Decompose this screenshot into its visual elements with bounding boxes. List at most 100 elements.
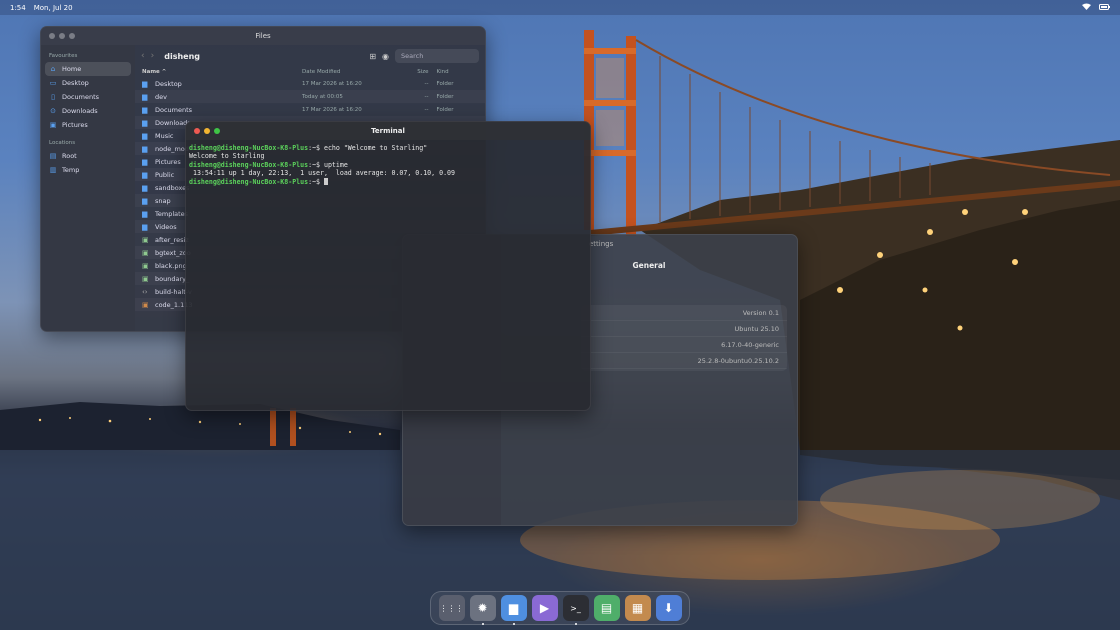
sidebar-item-home[interactable]: ⌂ Home [45, 62, 131, 76]
new-folder-icon[interactable]: ⊞ [369, 52, 376, 61]
sidebar-item-label: Pictures [62, 121, 88, 129]
files-app-icon[interactable]: ▆ [500, 595, 527, 625]
sidebar-item-label: Temp [62, 166, 80, 174]
col-date[interactable]: Date Modified [302, 69, 393, 75]
folder-icon: ▆ [142, 105, 148, 114]
media-player-icon[interactable]: ▶ [531, 595, 558, 621]
terminal-window[interactable]: Terminal disheng@disheng-NucBox-K8-Plus:… [185, 121, 591, 411]
col-size[interactable]: Size [393, 69, 428, 75]
folder-icon: ▆ [142, 92, 148, 101]
files-sidebar: Favourites ⌂ Home ▭ Desktop ▯ Documents ⊙ Downl… [41, 45, 135, 331]
terminal-prompt-suffix: :~$ [308, 177, 324, 186]
file-name-cell: ▆ dev [142, 93, 302, 101]
close-button[interactable] [49, 33, 55, 39]
settings-title: ettings [589, 240, 614, 248]
file-name: Desktop [155, 79, 182, 88]
document-icon: ▯ [51, 93, 55, 101]
file-icon: ▣ [142, 300, 149, 309]
favourites-heading: Favourites [49, 53, 78, 59]
file-name: snap [155, 196, 171, 205]
sidebar-item-root[interactable]: ▤ Root [45, 149, 131, 163]
file-name: Documents [155, 105, 193, 114]
software-center-icon[interactable]: ⬇ [655, 595, 682, 621]
table-row[interactable]: ▆ Documents 17 Mar 2026 at 16:20 -- Folder [135, 103, 485, 116]
terminal-text: Welcome to Starling [189, 152, 265, 161]
file-icon: ▣ [142, 261, 149, 270]
terminal-app-icon[interactable]: >_ [562, 595, 589, 625]
about-row-value: Ubuntu 25.10 [581, 321, 787, 337]
picture-icon: ▣ [49, 121, 57, 129]
wifi-icon[interactable] [1082, 3, 1091, 12]
terminal-line: disheng@disheng-NucBox-K8-Plus:~$ uptime [189, 161, 587, 169]
sidebar-item-label: Documents [62, 93, 100, 101]
sidebar-item-label: Desktop [62, 79, 89, 87]
settings-app-icon[interactable]: ✹ [469, 595, 496, 625]
file-icon: ▣ [142, 235, 149, 244]
path-label: disheng [164, 51, 200, 61]
files-toolbar: ‹ › disheng ⊞ ◉ Search [135, 45, 485, 67]
file-kind: Folder [436, 80, 454, 87]
maximize-button[interactable] [69, 33, 75, 39]
minimize-button[interactable] [59, 33, 65, 39]
search-input[interactable]: Search [395, 49, 479, 63]
terminal-line: disheng@disheng-NucBox-K8-Plus:~$ [189, 177, 587, 186]
sidebar-item-label: Root [62, 152, 77, 160]
folder-icon: ▆ [142, 222, 148, 231]
text-editor-icon[interactable]: ▤ [593, 595, 620, 621]
running-indicator [481, 623, 484, 625]
top-bar: 1:54 Mon, Jul 20 [0, 0, 1120, 15]
maximize-button[interactable] [214, 128, 220, 134]
close-button[interactable] [194, 128, 200, 134]
col-name[interactable]: Name ^ [142, 69, 302, 75]
file-icon: ▣ [142, 248, 149, 257]
desktop-icon: ▭ [49, 79, 57, 87]
sidebar-item-downloads[interactable]: ⊙ Downloads [45, 104, 131, 118]
terminal-title: Terminal [371, 127, 405, 135]
file-date: Today at 00:05 [302, 93, 343, 100]
folder-icon: ▆ [142, 144, 148, 153]
terminal-text: echo "Welcome to Starling" [323, 144, 428, 152]
about-row-value: 6.17.0-40-generic [581, 337, 787, 353]
table-row[interactable]: ▆ dev Today at 00:05 -- Folder [135, 90, 485, 103]
file-date: 17 Mar 2026 at 16:20 [302, 106, 362, 113]
clock[interactable]: 1:54 [10, 4, 26, 12]
terminal-prompt: disheng@disheng-NucBox-K8-Plus [189, 144, 309, 152]
date[interactable]: Mon, Jul 20 [34, 4, 73, 12]
file-name: node_mod [155, 144, 189, 153]
folder-icon: ▆ [142, 183, 148, 192]
terminal-text: 13:54:11 up 1 day, 22:13, 1 user, load a… [189, 169, 455, 178]
app-grid-icon[interactable]: ⋮⋮⋮ [438, 595, 465, 621]
file-name-cell: ▆ Documents [142, 106, 302, 114]
file-name: Videos [155, 222, 177, 231]
col-kind[interactable]: Kind [429, 69, 479, 75]
back-arrow-icon[interactable]: ‹ [141, 51, 145, 61]
minimize-button[interactable] [204, 128, 210, 134]
dock: ⋮⋮⋮ ✹ ▆ ▶ >_ ▤ ▦ ⬇ [430, 591, 690, 625]
battery-icon[interactable] [1099, 3, 1110, 12]
file-name: Templates [155, 209, 189, 218]
file-size: -- [424, 93, 429, 100]
terminal-prompt: disheng@disheng-NucBox-K8-Plus [189, 160, 309, 169]
running-indicator [512, 623, 515, 625]
view-toggle-icon[interactable]: ◉ [382, 52, 389, 61]
folder-icon: ▆ [142, 131, 148, 140]
sidebar-item-desktop[interactable]: ▭ Desktop [45, 76, 131, 90]
forward-arrow-icon[interactable]: › [151, 51, 155, 61]
sidebar-item-temp[interactable]: ▥ Temp [45, 163, 131, 177]
terminal-cursor [323, 177, 328, 185]
sidebar-item-documents[interactable]: ▯ Documents [45, 90, 131, 104]
terminal-line: 13:54:11 up 1 day, 22:13, 1 user, load a… [189, 169, 587, 177]
locations-heading: Locations [49, 140, 76, 146]
calculator-icon[interactable]: ▦ [624, 595, 651, 621]
terminal-titlebar[interactable]: Terminal [186, 122, 590, 140]
download-icon: ⊙ [50, 107, 56, 115]
terminal-prompt: disheng@disheng-NucBox-K8-Plus [189, 177, 309, 186]
sidebar-item-pictures[interactable]: ▣ Pictures [45, 118, 131, 132]
terminal-output[interactable]: disheng@disheng-NucBox-K8-Plus:~$ echo "… [186, 140, 590, 190]
status-area[interactable] [1082, 3, 1110, 12]
table-row[interactable]: ▆ Desktop 17 Mar 2026 at 16:20 -- Folder [135, 77, 485, 90]
files-titlebar[interactable]: Files [41, 27, 485, 45]
file-name: after_resiz [155, 235, 189, 244]
about-row-value: 25.2.8-0ubuntu0.25.10.2 [581, 353, 787, 369]
folder-icon: ▆ [142, 170, 148, 179]
